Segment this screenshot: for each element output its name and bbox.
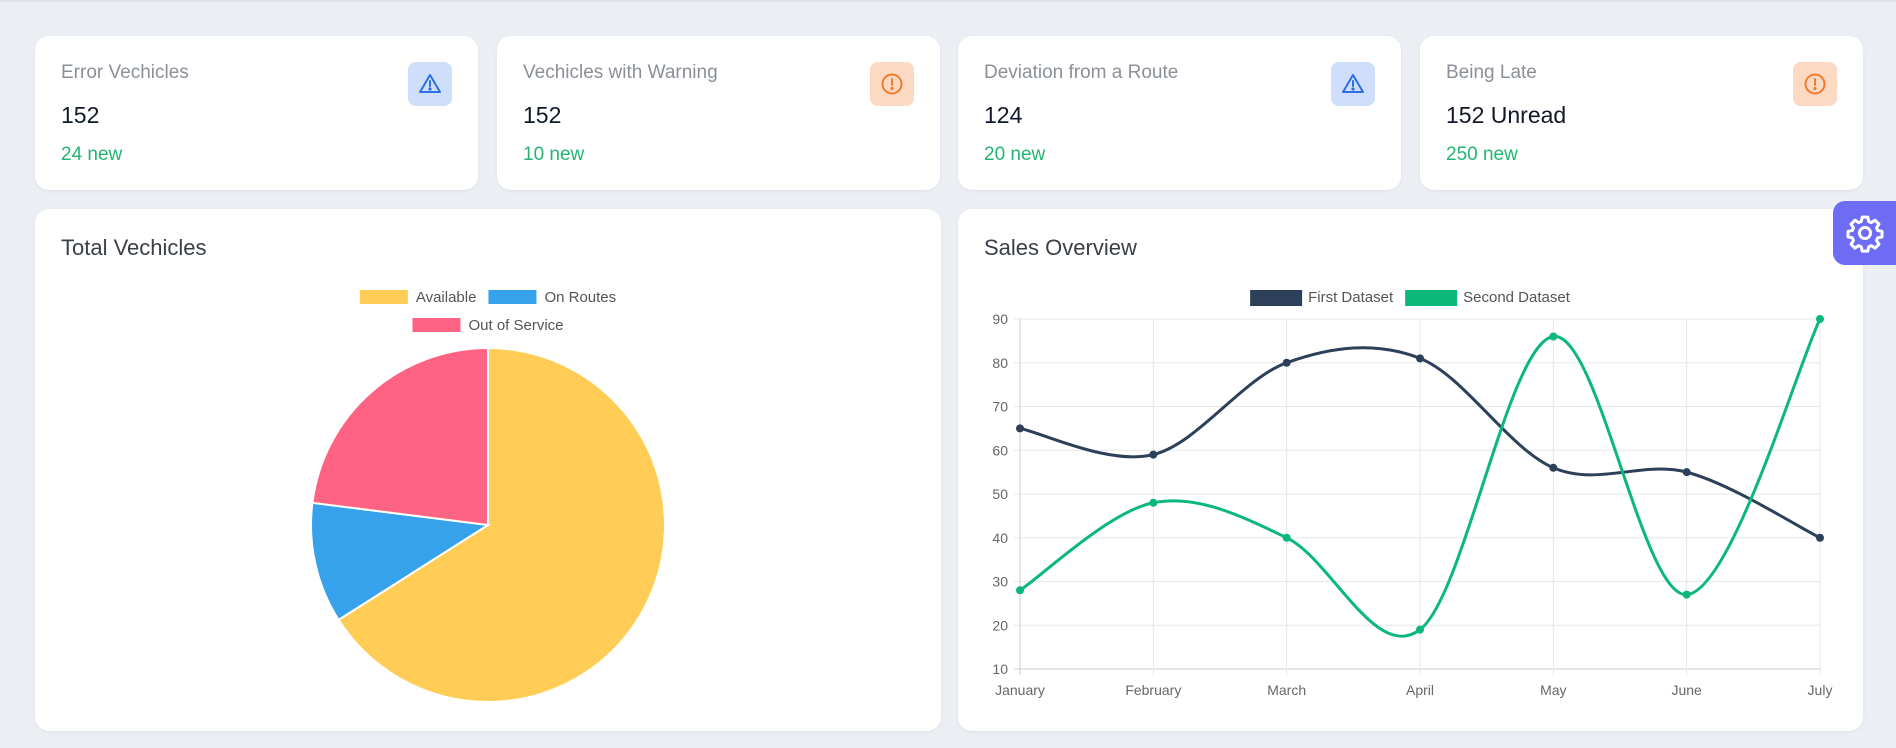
exclamation-circle-icon (1793, 62, 1837, 106)
exclamation-circle-icon (870, 62, 914, 106)
data-point (1682, 468, 1691, 477)
x-tick-label: January (995, 682, 1045, 698)
pie-chart: Available On Routes Out of Service (310, 289, 666, 703)
stat-new-count: 24 new (61, 144, 123, 165)
stat-title: Deviation from a Route (984, 62, 1179, 83)
x-tick-label: February (1125, 682, 1181, 698)
data-point (1816, 315, 1824, 323)
gear-icon (1846, 215, 1883, 253)
stat-card-vehicles-warning[interactable]: Vechicles with Warning 152 10 new (497, 36, 940, 190)
y-tick-label: 40 (992, 530, 1008, 546)
data-point (1549, 332, 1558, 341)
pie-slice (311, 346, 489, 527)
stat-value: 152 Unread (1446, 102, 1567, 128)
sales-overview-card: Sales Overview First Dataset Second Datas… (958, 209, 1863, 731)
x-tick-label: April (1406, 682, 1434, 698)
y-tick-label: 80 (992, 355, 1008, 371)
stat-value: 152 (61, 102, 100, 128)
settings-gear-button[interactable] (1833, 201, 1896, 265)
warning-triangle-icon (1331, 62, 1375, 106)
legend-label: Second Dataset (1463, 289, 1571, 306)
data-point (1282, 358, 1291, 367)
x-tick-label: July (1808, 682, 1833, 698)
data-point (1549, 463, 1558, 472)
y-tick-label: 30 (992, 574, 1008, 590)
stat-new-count: 20 new (984, 144, 1046, 165)
y-tick-label: 90 (992, 311, 1008, 327)
legend-label: First Dataset (1308, 289, 1394, 306)
stat-card-error-vehicles[interactable]: Error Vechicles 152 24 new (35, 36, 478, 190)
legend-label: Out of Service (468, 317, 563, 334)
stat-title: Being Late (1446, 62, 1537, 83)
data-point (1816, 533, 1824, 542)
data-point (1416, 354, 1424, 363)
data-point (1149, 498, 1158, 507)
legend-swatch (1405, 290, 1458, 306)
legend-label: Available (416, 289, 477, 306)
data-point (1416, 625, 1424, 634)
stat-value: 152 (523, 102, 562, 128)
x-tick-label: June (1671, 682, 1702, 698)
legend-swatch (1250, 290, 1303, 306)
data-point (1016, 586, 1024, 595)
legend-label: On Routes (544, 289, 616, 306)
stat-title: Error Vechicles (61, 62, 189, 83)
stat-new-count: 250 new (1446, 144, 1518, 165)
stat-card-route-deviation[interactable]: Deviation from a Route 124 20 new (958, 36, 1401, 190)
total-vehicles-card: Total Vechicles Available On Routes Out of… (35, 209, 941, 731)
data-point (1016, 424, 1024, 433)
stat-title: Vechicles with Warning (523, 62, 718, 83)
warning-triangle-icon (408, 62, 452, 106)
top-divider (0, 0, 1896, 2)
legend-swatch (412, 318, 461, 332)
data-point (1149, 450, 1158, 459)
legend-swatch (488, 290, 537, 304)
stat-new-count: 10 new (523, 144, 585, 165)
y-tick-label: 20 (992, 617, 1008, 633)
x-tick-label: May (1540, 682, 1566, 698)
data-point (1682, 590, 1691, 599)
stat-card-being-late[interactable]: Being Late 152 Unread 250 new (1420, 36, 1863, 190)
line-chart: First Dataset Second Dataset 10 20 30 40 50 60 7… (992, 289, 1833, 698)
stat-value: 124 (984, 102, 1023, 128)
y-tick-label: 60 (992, 442, 1008, 458)
legend-swatch (359, 290, 408, 304)
y-tick-label: 10 (992, 661, 1008, 677)
x-tick-label: March (1267, 682, 1306, 698)
y-tick-label: 50 (992, 486, 1008, 502)
data-point (1282, 533, 1291, 542)
y-tick-label: 70 (992, 399, 1008, 415)
